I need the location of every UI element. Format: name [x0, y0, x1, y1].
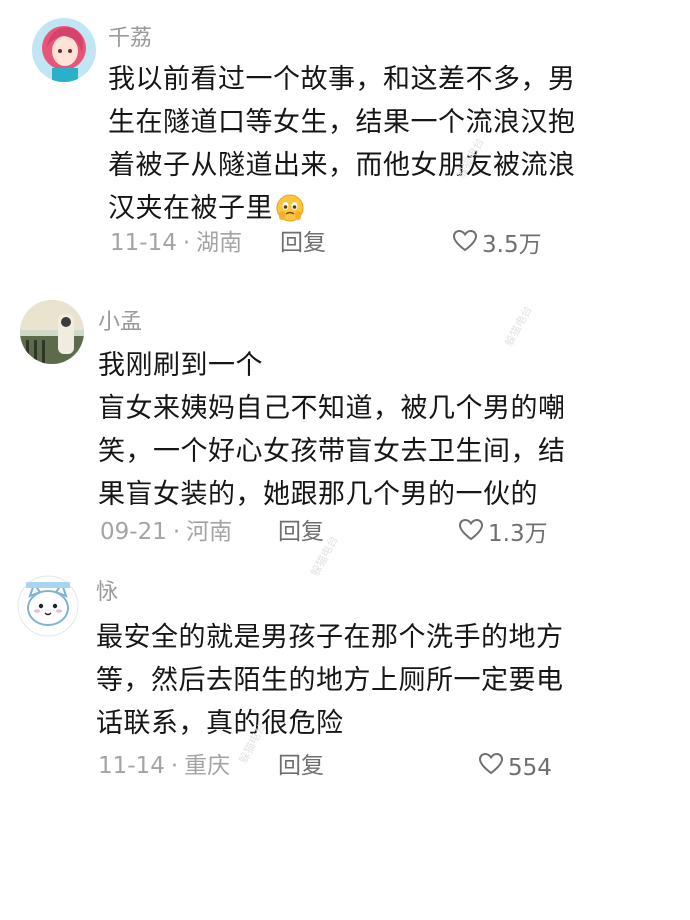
heart-icon	[478, 752, 508, 783]
comment-meta: 11-14 · 重庆	[98, 752, 230, 780]
reply-button[interactable]: 回复	[278, 752, 324, 780]
comment-line: 着被子从隧道出来，而他女朋友被流浪	[108, 150, 576, 181]
like-count: 3.5万	[482, 231, 542, 258]
comment-meta: 11-14 · 湖南	[110, 229, 242, 257]
heart-icon	[452, 229, 482, 260]
avatar[interactable]	[20, 300, 84, 364]
comment-date: 11-14	[110, 230, 177, 256]
comment-username[interactable]: 千荔	[108, 26, 152, 52]
comment-location: 河南	[186, 519, 233, 545]
comment-text: 我刚刷到一个 盲女来姨妈自己不知道，被几个男的嘲 笑，一个好心女孩带盲女去卫生间…	[98, 344, 566, 516]
like-button[interactable]: 3.5万	[452, 229, 542, 260]
like-count: 1.3万	[488, 520, 548, 547]
comment-line: 盲女来姨妈自己不知道，被几个男的嘲	[98, 393, 566, 424]
comment-username[interactable]: 怺	[96, 580, 118, 606]
meta-separator: ·	[182, 230, 191, 256]
comment-item: 怺 最安全的就是男孩子在那个洗手的地方 等，然后去陌生的地方上厕所一定要电 话联…	[0, 566, 690, 806]
comment-text: 最安全的就是男孩子在那个洗手的地方 等，然后去陌生的地方上厕所一定要电 话联系，…	[96, 616, 564, 745]
reply-button[interactable]: 回复	[280, 229, 326, 257]
comment-line: 我刚刷到一个	[98, 350, 263, 381]
comment-text: 我以前看过一个故事，和这差不多，男 生在隧道口等女生，结果一个流浪汉抱 着被子从…	[108, 58, 576, 230]
comment-username[interactable]: 小孟	[98, 310, 142, 336]
comment-line: 我以前看过一个故事，和这差不多，男	[108, 64, 576, 95]
avatar[interactable]	[32, 18, 96, 82]
comment-list: 千荔 我以前看过一个故事，和这差不多，男 生在隧道口等女生，结果一个流浪汉抱 着…	[0, 0, 690, 920]
avatar[interactable]	[16, 574, 80, 638]
meta-separator: ·	[170, 753, 179, 779]
crying-face-icon	[275, 193, 305, 223]
like-button[interactable]: 554	[478, 752, 552, 783]
comment-line: 笑，一个好心女孩带盲女去卫生间，结	[98, 436, 566, 467]
heart-icon	[458, 518, 488, 549]
comment-item: 小孟 我刚刷到一个 盲女来姨妈自己不知道，被几个男的嘲 笑，一个好心女孩带盲女去…	[0, 290, 690, 560]
like-count: 554	[508, 754, 552, 781]
comment-line: 最安全的就是男孩子在那个洗手的地方	[96, 622, 564, 653]
reply-button[interactable]: 回复	[278, 518, 324, 546]
meta-separator: ·	[172, 519, 181, 545]
comment-date: 09-21	[100, 519, 167, 545]
comment-line: 话联系，真的很危险	[96, 708, 344, 739]
comment-item: 千荔 我以前看过一个故事，和这差不多，男 生在隧道口等女生，结果一个流浪汉抱 着…	[0, 0, 690, 280]
comment-line: 生在隧道口等女生，结果一个流浪汉抱	[108, 107, 576, 138]
comment-line: 汉夹在被子里	[108, 187, 576, 230]
comment-location: 重庆	[184, 753, 231, 779]
comment-date: 11-14	[98, 753, 165, 779]
comment-meta: 09-21 · 河南	[100, 518, 232, 546]
comment-line: 果盲女装的，她跟那几个男的一伙的	[98, 479, 538, 510]
comment-line-text: 汉夹在被子里	[108, 193, 273, 224]
comment-location: 湖南	[196, 230, 243, 256]
comment-line: 等，然后去陌生的地方上厕所一定要电	[96, 665, 564, 696]
like-button[interactable]: 1.3万	[458, 518, 548, 549]
